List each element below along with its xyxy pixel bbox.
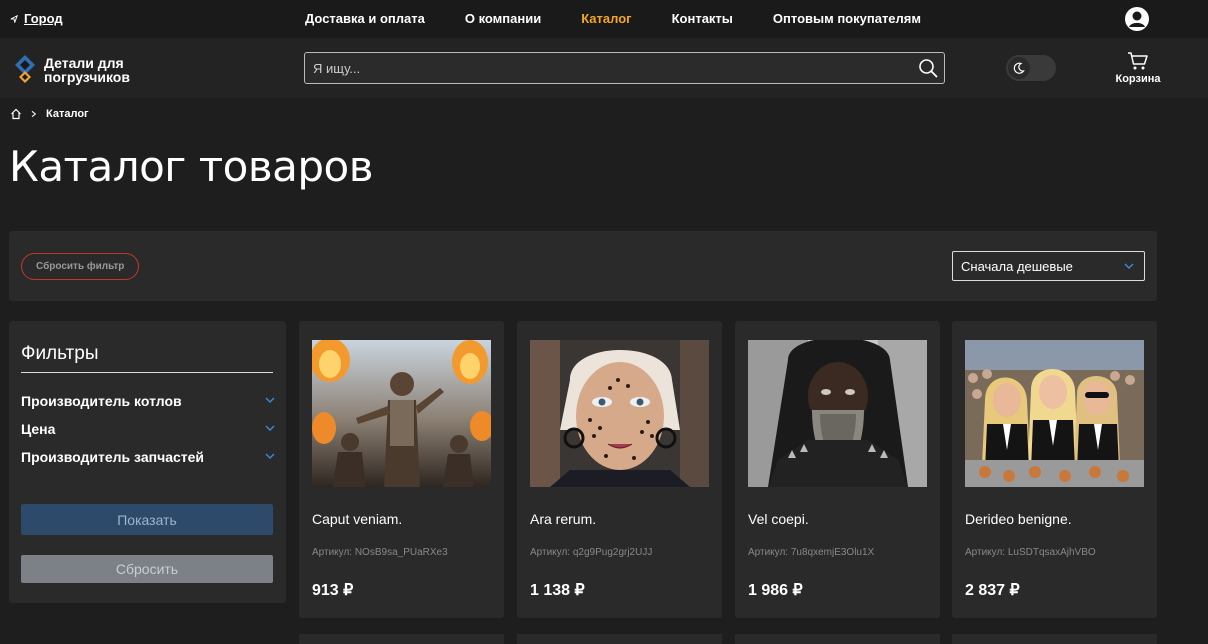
top-nav: Доставка и оплата О компании Каталог Кон… [305, 11, 961, 26]
search-input[interactable] [305, 53, 944, 83]
chevron-down-icon [265, 453, 275, 459]
city-label: Город [24, 11, 63, 26]
filter-bar: Сбросить фильтр Сначала дешевые [9, 231, 1157, 301]
nav-catalog[interactable]: Каталог [581, 11, 631, 26]
sort-select[interactable]: Сначала дешевые [952, 251, 1145, 281]
reset-filter-button[interactable]: Сбросить фильтр [21, 253, 140, 280]
product-image[interactable] [965, 340, 1144, 487]
breadcrumb-current: Каталог [46, 108, 89, 120]
city-selector[interactable]: Город [10, 11, 63, 26]
facet-price[interactable]: Цена [21, 421, 275, 437]
portrait-photo [530, 340, 709, 487]
product-price: 1 986 ₽ [748, 582, 803, 599]
main-header: Детали для погрузчиков Корзина [0, 38, 1208, 98]
home-icon[interactable] [10, 108, 22, 120]
cart-button[interactable]: Корзина [1114, 51, 1162, 85]
breadcrumb: Каталог [10, 108, 89, 120]
product-title[interactable]: Derideo benigne. [965, 511, 1072, 527]
top-bar: Город Доставка и оплата О компании Катал… [0, 0, 1208, 38]
product-image[interactable] [530, 340, 709, 487]
user-account-icon[interactable] [1124, 6, 1150, 32]
filters-divider [21, 372, 273, 373]
product-sku: Артикул: q2g9Pug2grj2UJJ [530, 547, 653, 558]
page-title: Каталог товаров [9, 142, 373, 191]
cart-label: Корзина [1115, 73, 1161, 85]
product-card-partial [517, 634, 722, 644]
reset-button[interactable]: Сбросить [21, 555, 273, 583]
filters-title: Фильтры [21, 343, 99, 364]
facet-label: Производитель котлов [21, 393, 182, 409]
chevron-down-icon [265, 397, 275, 403]
moon-icon [1013, 62, 1025, 74]
facet-label: Цена [21, 421, 56, 437]
product-image[interactable] [312, 340, 491, 487]
product-sku: Артикул: 7u8qxemjE3Olu1X [748, 547, 875, 558]
product-price: 913 ₽ [312, 582, 354, 599]
logo-icon [15, 55, 35, 83]
nav-about[interactable]: О компании [465, 11, 541, 26]
product-card[interactable]: Caput veniam. Артикул: NOsB9sa_PUaRXe3 9… [299, 321, 504, 618]
chevron-down-icon [1124, 263, 1134, 269]
show-button[interactable]: Показать [21, 504, 273, 535]
product-price: 2 837 ₽ [965, 582, 1020, 599]
search-box [304, 52, 945, 84]
product-title[interactable]: Ara rerum. [530, 511, 596, 527]
sort-value: Сначала дешевые [961, 258, 1073, 274]
product-card[interactable]: Ara rerum. Артикул: q2g9Pug2grj2UJJ 1 13… [517, 321, 722, 618]
facet-boiler-manufacturer[interactable]: Производитель котлов [21, 393, 275, 409]
product-image[interactable] [748, 340, 927, 487]
concert-photo [312, 340, 491, 487]
product-sku: Артикул: NOsB9sa_PUaRXe3 [312, 547, 448, 558]
festival-photo [965, 340, 1144, 487]
filters-sidebar: Фильтры Производитель котлов Цена Произв… [9, 321, 286, 603]
theme-toggle[interactable] [1006, 55, 1056, 81]
product-title[interactable]: Vel coepi. [748, 511, 809, 527]
facet-label: Производитель запчастей [21, 449, 205, 465]
product-card-partial [299, 634, 504, 644]
nav-delivery[interactable]: Доставка и оплата [305, 11, 425, 26]
nav-wholesale[interactable]: Оптовым покупателям [773, 11, 921, 26]
logo-text: Детали для погрузчиков [44, 55, 130, 85]
product-card[interactable]: Vel coepi. Артикул: 7u8qxemjE3Olu1X 1 98… [735, 321, 940, 618]
portrait-photo [748, 340, 927, 487]
product-card[interactable]: Derideo benigne. Артикул: LuSDTqsaxAjhVB… [952, 321, 1157, 618]
chevron-right-icon [31, 110, 37, 118]
search-icon[interactable] [918, 58, 938, 78]
site-logo[interactable]: Детали для погрузчиков [14, 54, 154, 86]
product-card-partial [735, 634, 940, 644]
location-arrow-icon [10, 14, 18, 23]
product-price: 1 138 ₽ [530, 582, 585, 599]
product-card-partial [952, 634, 1157, 644]
product-title[interactable]: Caput veniam. [312, 511, 402, 527]
chevron-down-icon [265, 425, 275, 431]
product-sku: Артикул: LuSDTqsaxAjhVBO [965, 547, 1096, 558]
nav-contacts[interactable]: Контакты [672, 11, 733, 26]
theme-toggle-knob [1008, 57, 1030, 79]
cart-icon [1128, 52, 1148, 70]
facet-parts-manufacturer[interactable]: Производитель запчастей [21, 449, 275, 465]
